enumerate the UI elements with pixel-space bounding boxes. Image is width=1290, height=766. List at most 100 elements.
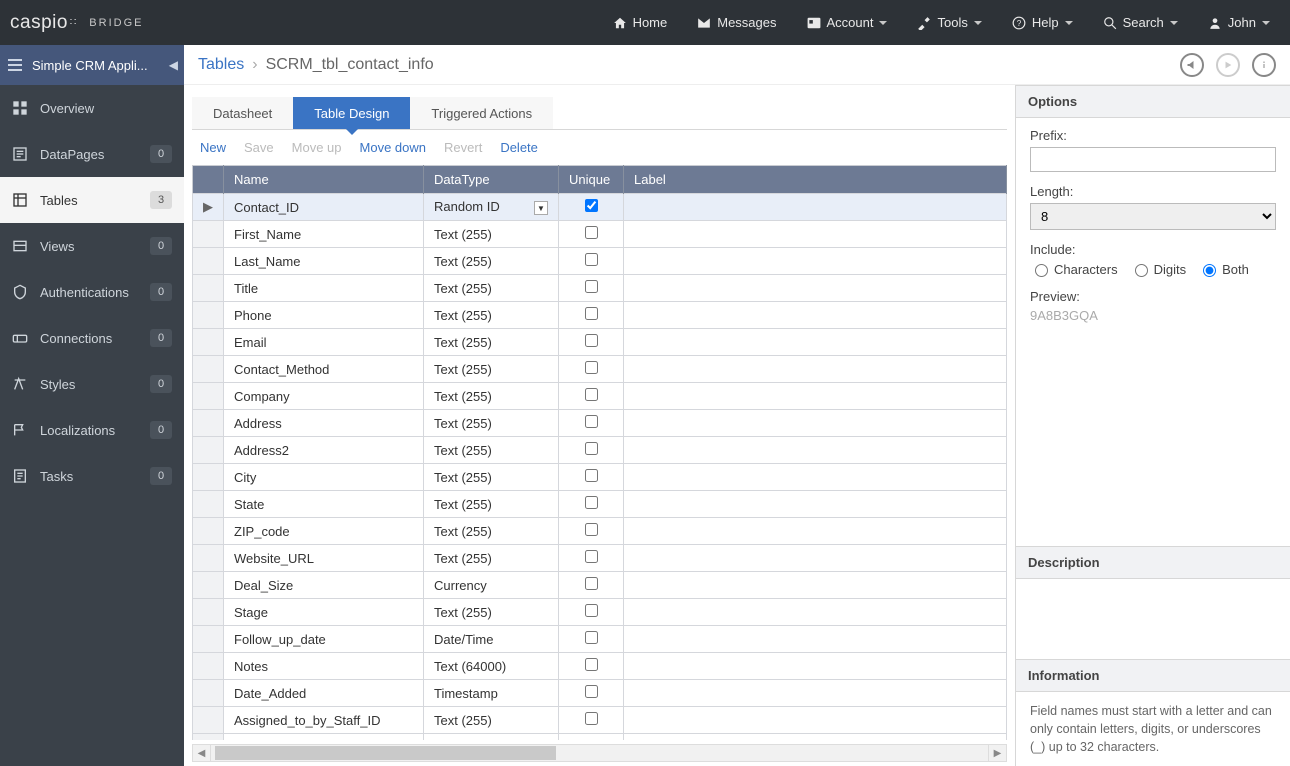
announce-icon[interactable] [1180, 53, 1204, 77]
field-unique-cell[interactable] [559, 248, 624, 275]
field-label-cell[interactable] [624, 356, 1007, 383]
scroll-thumb[interactable] [215, 746, 556, 760]
field-row[interactable]: ▶Contact_IDRandom ID▼ [193, 194, 1007, 221]
field-row[interactable]: EmailText (255) [193, 329, 1007, 356]
include-option-characters[interactable]: Characters [1030, 261, 1118, 277]
field-label-cell[interactable] [624, 464, 1007, 491]
field-unique-cell[interactable] [559, 680, 624, 707]
sidebar-item-styles[interactable]: Styles0 [0, 361, 184, 407]
field-type-cell[interactable]: Text (255) [424, 248, 559, 275]
field-row[interactable]: ZIP_codeText (255) [193, 518, 1007, 545]
field-unique-cell[interactable] [559, 410, 624, 437]
field-unique-cell[interactable] [559, 545, 624, 572]
field-label-cell[interactable] [624, 329, 1007, 356]
include-radio[interactable] [1035, 264, 1048, 277]
action-delete[interactable]: Delete [500, 140, 538, 155]
field-name-cell[interactable]: Deal_Size [224, 572, 424, 599]
field-row[interactable]: PhoneText (255) [193, 302, 1007, 329]
field-unique-cell[interactable] [559, 464, 624, 491]
row-handle[interactable] [193, 248, 224, 275]
field-unique-cell[interactable] [559, 194, 624, 221]
unique-checkbox[interactable] [585, 388, 598, 401]
field-name-cell[interactable]: Contact_ID [224, 194, 424, 221]
row-handle[interactable] [193, 491, 224, 518]
field-unique-cell[interactable] [559, 329, 624, 356]
nav-user[interactable]: John [1208, 15, 1270, 30]
field-label-cell[interactable] [624, 734, 1007, 741]
sidebar-item-overview[interactable]: Overview [0, 85, 184, 131]
unique-checkbox[interactable] [585, 334, 598, 347]
include-radio[interactable] [1135, 264, 1148, 277]
field-name-cell[interactable]: Email [224, 329, 424, 356]
nav-search[interactable]: Search [1103, 15, 1178, 30]
unique-checkbox[interactable] [585, 253, 598, 266]
nav-account[interactable]: Account [807, 15, 888, 30]
row-handle[interactable] [193, 383, 224, 410]
col-datatype-header[interactable]: DataType [424, 166, 559, 194]
field-label-cell[interactable] [624, 545, 1007, 572]
field-label-cell[interactable] [624, 275, 1007, 302]
field-unique-cell[interactable] [559, 221, 624, 248]
field-row[interactable]: Contact_MethodText (255) [193, 356, 1007, 383]
field-name-cell[interactable]: First_Name [224, 221, 424, 248]
unique-checkbox[interactable] [585, 496, 598, 509]
row-handle[interactable] [193, 410, 224, 437]
field-name-cell[interactable]: Company [224, 383, 424, 410]
field-label-cell[interactable] [624, 599, 1007, 626]
field-type-cell[interactable]: Text (255) [424, 464, 559, 491]
include-option-digits[interactable]: Digits [1130, 261, 1187, 277]
unique-checkbox[interactable] [585, 604, 598, 617]
field-unique-cell[interactable] [559, 491, 624, 518]
unique-checkbox[interactable] [585, 523, 598, 536]
unique-checkbox[interactable] [585, 442, 598, 455]
row-handle[interactable] [193, 275, 224, 302]
field-label-cell[interactable] [624, 302, 1007, 329]
field-row[interactable]: CompanyText (255) [193, 383, 1007, 410]
field-name-cell[interactable]: Last_Name [224, 248, 424, 275]
unique-checkbox[interactable] [585, 577, 598, 590]
field-row[interactable]: Address2Text (255) [193, 437, 1007, 464]
sidebar-item-authentications[interactable]: Authentications0 [0, 269, 184, 315]
field-unique-cell[interactable] [559, 599, 624, 626]
tab-triggered-actions[interactable]: Triggered Actions [410, 97, 553, 129]
field-name-cell[interactable]: Title [224, 275, 424, 302]
field-unique-cell[interactable] [559, 518, 624, 545]
field-label-cell[interactable] [624, 410, 1007, 437]
tab-table-design[interactable]: Table Design [293, 97, 410, 129]
field-row[interactable]: First_NameText (255) [193, 221, 1007, 248]
nav-home[interactable]: Home [613, 15, 668, 30]
include-option-both[interactable]: Both [1198, 261, 1249, 277]
unique-checkbox[interactable] [585, 361, 598, 374]
field-unique-cell[interactable] [559, 626, 624, 653]
new-field-row[interactable]: * [193, 734, 1007, 741]
sidebar-item-datapages[interactable]: DataPages0 [0, 131, 184, 177]
row-handle[interactable] [193, 572, 224, 599]
col-label-header[interactable]: Label [624, 166, 1007, 194]
unique-checkbox[interactable] [585, 658, 598, 671]
field-label-cell[interactable] [624, 248, 1007, 275]
field-label-cell[interactable] [624, 194, 1007, 221]
scroll-left-icon[interactable]: ◀ [193, 745, 211, 761]
field-name-cell[interactable]: Date_Added [224, 680, 424, 707]
row-handle[interactable] [193, 680, 224, 707]
unique-checkbox[interactable] [585, 307, 598, 320]
sidebar-item-tasks[interactable]: Tasks0 [0, 453, 184, 499]
new-row-icon[interactable]: * [193, 734, 224, 741]
datatype-dropdown-icon[interactable]: ▼ [534, 201, 548, 215]
field-type-cell[interactable]: Text (255) [424, 437, 559, 464]
row-handle[interactable] [193, 707, 224, 734]
field-type-cell[interactable]: Text (255) [424, 707, 559, 734]
field-type-cell[interactable]: Text (255) [424, 221, 559, 248]
field-row[interactable]: TitleText (255) [193, 275, 1007, 302]
unique-checkbox[interactable] [585, 550, 598, 563]
field-name-cell[interactable]: Address2 [224, 437, 424, 464]
field-type-cell[interactable]: Text (255) [424, 491, 559, 518]
field-row[interactable]: NotesText (64000) [193, 653, 1007, 680]
field-type-cell[interactable]: Text (255) [424, 302, 559, 329]
field-name-cell[interactable]: Address [224, 410, 424, 437]
unique-checkbox[interactable] [585, 631, 598, 644]
field-type-cell[interactable]: Timestamp [424, 680, 559, 707]
row-handle[interactable] [193, 329, 224, 356]
field-type-cell[interactable] [424, 734, 559, 741]
field-label-cell[interactable] [624, 653, 1007, 680]
